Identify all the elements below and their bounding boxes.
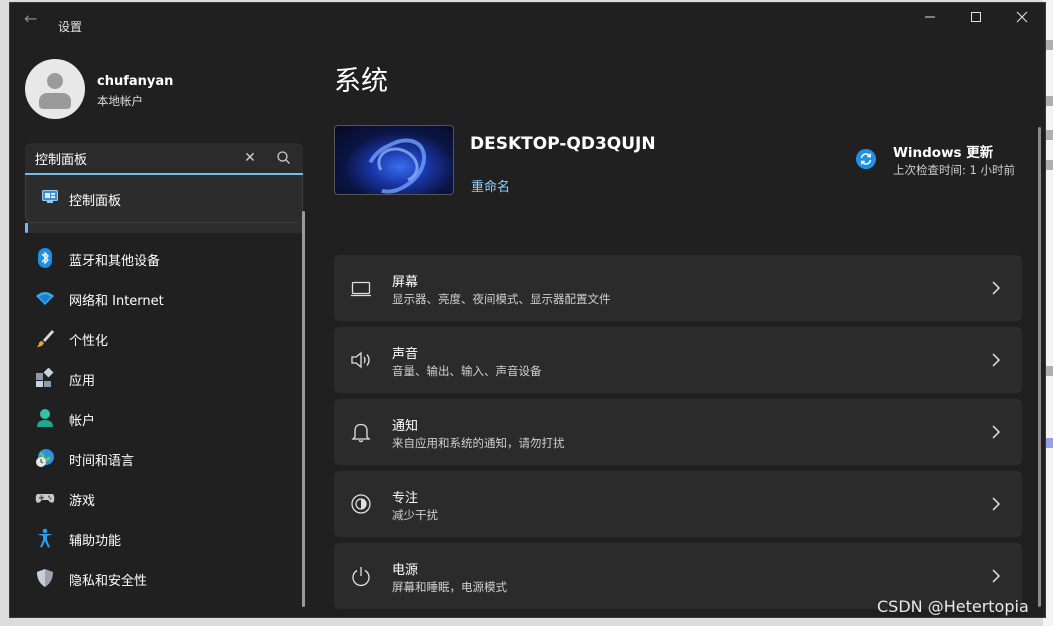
sidebar-item-privacy[interactable]: 隐私和安全性 [25,558,303,598]
card-notifications[interactable]: 通知 来自应用和系统的通知，请勿打扰 [334,399,1022,465]
card-title: 通知 [392,419,419,434]
sidebar-item-label: 时间和语言 [69,454,135,469]
settings-card-list: 屏幕 显示器、亮度、夜间模式、显示器配置文件 声音 音量、输出、输入、声音设备 [334,255,1022,615]
account-name: chufanyan [97,74,174,89]
avatar-head-shape [47,73,63,89]
nav-item-selected-partial[interactable] [25,223,303,233]
brush-icon [37,330,54,347]
sidebar-item-accounts[interactable]: 帐户 [25,398,303,438]
device-name: DESKTOP-QD3QUJN [470,134,656,154]
card-subtitle: 屏幕和睡眠，电源模式 [392,580,507,594]
avatar[interactable] [25,59,85,119]
desktop-wallpaper-thumbnail [334,125,454,195]
background-text-fragment [1045,40,1053,50]
sidebar-item-apps[interactable]: 应用 [25,358,303,398]
chevron-right-icon [992,425,1001,439]
minimize-button[interactable] [907,3,953,35]
sidebar-item-bluetooth[interactable]: 蓝牙和其他设备 [25,238,303,278]
selection-indicator [25,223,28,233]
sidebar-item-label: 蓝牙和其他设备 [69,254,161,269]
globe-clock-icon [36,449,54,467]
chevron-right-icon [992,281,1001,295]
card-title: 电源 [392,563,419,578]
card-title: 屏幕 [392,275,419,290]
card-display[interactable]: 屏幕 显示器、亮度、夜间模式、显示器配置文件 [334,255,1022,321]
background-text-fragment [1045,130,1053,140]
background-text-fragment [1045,438,1053,448]
windows-update-icon [856,149,876,169]
chevron-right-icon [992,353,1001,367]
title-bar: ← 设置 [10,3,1045,35]
sidebar-item-label: 隐私和安全性 [69,574,148,589]
sidebar-item-label: 应用 [69,374,96,389]
card-sound[interactable]: 声音 音量、输出、输入、声音设备 [334,327,1022,393]
search-suggestions: 控制面板 [25,175,303,223]
back-button[interactable]: ← [24,11,44,27]
sidebar-item-accessibility[interactable]: 辅助功能 [25,518,303,558]
sidebar-item-time-language[interactable]: 时间和语言 [25,438,303,478]
background-text-fragment [1045,366,1053,376]
control-panel-icon [42,190,58,203]
windows-update-title[interactable]: Windows 更新 [893,141,993,161]
sidebar-item-personalization[interactable]: 个性化 [25,318,303,358]
accessibility-icon [37,528,53,548]
shield-icon [37,569,53,587]
account-type: 本地帐户 [97,94,143,108]
power-icon [352,567,370,587]
nav-list: 蓝牙和其他设备 网络和 Internet 个性化 应用 帐户 时间和语言 游戏 … [25,238,303,598]
close-icon [1016,11,1028,23]
person-icon [37,409,53,427]
card-subtitle: 减少干扰 [392,508,438,522]
background-text-fragment [1045,160,1053,170]
focus-icon [351,494,371,514]
sidebar-item-gaming[interactable]: 游戏 [25,478,303,518]
search-box: ✕ [25,143,303,175]
apps-icon [36,368,54,387]
chevron-right-icon [992,569,1001,583]
card-subtitle: 来自应用和系统的通知，请勿打扰 [392,436,565,450]
sidebar-scrollbar[interactable] [302,211,305,607]
sidebar-item-label: 游戏 [69,494,96,509]
search-input[interactable] [35,149,235,167]
maximize-button[interactable] [953,3,999,35]
search-icon[interactable] [275,149,293,167]
clear-search-button[interactable]: ✕ [241,149,259,167]
card-subtitle: 音量、输出、输入、声音设备 [392,364,542,378]
main-scrollbar[interactable] [1038,127,1041,607]
bell-icon [351,423,371,443]
app-title: 设置 [58,20,83,34]
sidebar-item-label: 网络和 Internet [69,294,164,309]
card-focus[interactable]: 专注 减少干扰 [334,471,1022,537]
watermark: CSDN @Hetertopia [877,597,1029,616]
page-title: 系统 [334,66,388,97]
suggestion-control-panel[interactable]: 控制面板 [69,190,121,209]
maximize-icon [971,12,981,22]
monitor-icon [351,281,371,297]
windows-update-status: 上次检查时间: 1 小时前 [893,163,1016,177]
sidebar-item-label: 辅助功能 [69,534,122,549]
card-title: 专注 [392,491,419,506]
sidebar-item-label: 个性化 [69,334,109,349]
avatar-body-shape [39,93,71,109]
card-title: 声音 [392,347,419,362]
minimize-icon [925,16,935,18]
card-subtitle: 显示器、亮度、夜间模式、显示器配置文件 [392,292,611,306]
sidebar-item-network[interactable]: 网络和 Internet [25,278,303,318]
rename-link[interactable]: 重命名 [471,176,510,195]
speaker-icon [351,351,370,369]
background-text-fragment [1045,96,1053,106]
settings-window: ← 设置 chufanyan 本地帐户 ✕ [9,2,1046,618]
bluetooth-icon [38,248,52,268]
chevron-right-icon [992,497,1001,511]
sidebar-item-label: 帐户 [69,414,96,429]
main-content: 系统 DESKTOP-QD3QUJN 重命名 Windows 更新 上次检查时间… [332,35,1044,617]
close-button[interactable] [999,3,1045,35]
sidebar: chufanyan 本地帐户 ✕ 控制面板 [10,35,310,617]
gamepad-icon [35,494,55,503]
wifi-icon [36,292,54,305]
